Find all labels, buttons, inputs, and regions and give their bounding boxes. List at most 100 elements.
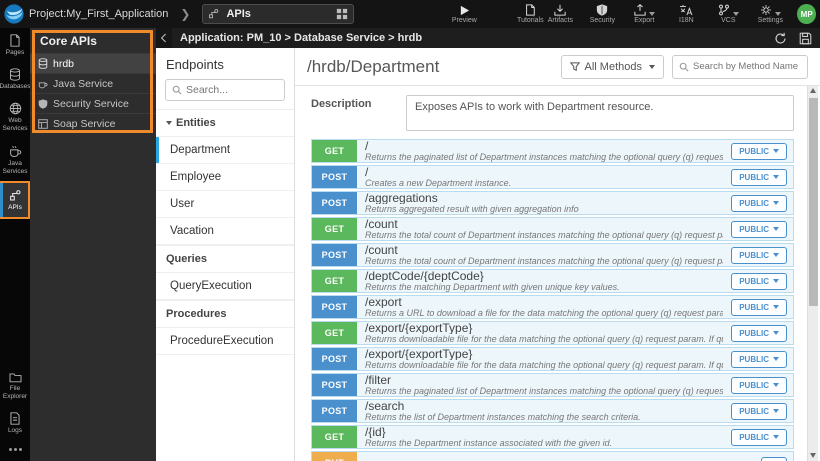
gear-icon xyxy=(760,4,772,16)
endpoint-path: /filter xyxy=(365,374,392,386)
method-badge: GET xyxy=(312,322,357,344)
user-avatar[interactable]: MP xyxy=(797,4,816,24)
chevron-down-icon xyxy=(774,12,781,16)
endpoint-description: Returns the Department instance associat… xyxy=(365,437,613,448)
section-procedures[interactable]: Procedures xyxy=(156,300,294,328)
method-search[interactable] xyxy=(672,54,808,79)
endpoint-nav-user[interactable]: User xyxy=(156,191,294,218)
methods-filter-dropdown[interactable]: All Methods xyxy=(560,54,664,79)
tutorials-button[interactable]: Tutorials xyxy=(515,4,545,24)
section-entities[interactable]: Entities xyxy=(156,109,294,137)
endpoint-path: /deptCode/{deptCode} xyxy=(365,270,484,282)
endpoint-path: /search xyxy=(365,400,405,412)
method-search-input[interactable] xyxy=(693,61,801,72)
endpoint-description: Returns the matching Department with giv… xyxy=(365,281,620,292)
core-api-item-java-service[interactable]: Java Service xyxy=(30,73,156,93)
core-api-item-security-service[interactable]: Security Service xyxy=(30,93,156,113)
scroll-up-icon[interactable] xyxy=(810,88,816,93)
endpoints-panel: Endpoints Entities Department Employee U… xyxy=(156,48,295,461)
sidebar-item-java-services[interactable]: Java Services xyxy=(0,139,30,181)
endpoint-path: / xyxy=(365,140,369,152)
access-dropdown[interactable]: PUBLIC xyxy=(731,402,787,420)
scroll-down-icon[interactable] xyxy=(810,453,816,458)
endpoint-nav-queryexecution[interactable]: QueryExecution xyxy=(156,273,294,300)
sidebar-item-web-services[interactable]: Web Services xyxy=(0,96,30,138)
endpoint-nav-procedureexecution[interactable]: ProcedureExecution xyxy=(156,328,294,355)
scrollbar-thumb[interactable] xyxy=(809,98,818,306)
more-icon[interactable] xyxy=(0,440,30,461)
endpoint-row[interactable]: POST /search Returns the list of Departm… xyxy=(311,399,794,423)
sidebar-item-pages[interactable]: Pages xyxy=(0,28,30,62)
endpoint-path: / xyxy=(365,166,369,178)
access-dropdown[interactable]: PUBLIC xyxy=(731,272,787,290)
endpoint-row[interactable]: GET / Returns the paginated list of Depa… xyxy=(311,139,794,163)
endpoint-row[interactable]: GET /{id} Returns the Department instanc… xyxy=(311,425,794,449)
access-dropdown[interactable]: PUBLIC xyxy=(731,194,787,212)
collapse-panel-icon[interactable] xyxy=(156,28,172,48)
access-dropdown[interactable] xyxy=(761,457,787,461)
endpoint-nav-vacation[interactable]: Vacation xyxy=(156,218,294,245)
core-api-item-hrdb[interactable]: hrdb xyxy=(30,53,156,73)
vertical-scrollbar[interactable] xyxy=(807,86,818,461)
project-title: Project:My_First_Application xyxy=(29,8,169,20)
endpoint-description: Returns the total count of Department in… xyxy=(365,255,723,266)
settings-button[interactable]: Settings xyxy=(755,4,785,24)
sidebar-item-logs[interactable]: Logs xyxy=(0,406,30,440)
endpoint-row[interactable]: POST / Creates a new Department instance… xyxy=(311,165,794,189)
endpoint-row[interactable]: POST /aggregations Returns aggregated re… xyxy=(311,191,794,215)
apis-icon xyxy=(9,189,22,202)
access-dropdown[interactable]: PUBLIC xyxy=(731,376,787,394)
top-bar: Project:My_First_Application ❯ APIs Prev… xyxy=(0,0,820,28)
chevron-down-icon xyxy=(773,201,779,205)
access-dropdown[interactable]: PUBLIC xyxy=(731,168,787,186)
page-icon xyxy=(9,34,21,47)
shield-icon xyxy=(38,98,48,109)
app-logo-icon[interactable] xyxy=(3,3,25,25)
endpoint-list: GET / Returns the paginated list of Depa… xyxy=(305,139,794,461)
sidebar-item-file-explorer[interactable]: File Explorer xyxy=(0,366,30,406)
workspace-selector[interactable]: APIs xyxy=(202,4,355,24)
save-icon[interactable] xyxy=(799,32,812,45)
endpoint-description: Returns the paginated list of Department… xyxy=(365,151,724,162)
endpoints-search-input[interactable] xyxy=(186,84,278,96)
endpoint-row[interactable]: POST /filter Returns the paginated list … xyxy=(311,373,794,397)
workspace-selected-label: APIs xyxy=(226,8,251,20)
endpoints-search[interactable] xyxy=(165,79,285,101)
endpoint-row[interactable]: GET /export/{exportType} Returns downloa… xyxy=(311,321,794,345)
access-dropdown[interactable]: PUBLIC xyxy=(731,298,787,316)
access-dropdown[interactable]: PUBLIC xyxy=(731,350,787,368)
endpoint-row[interactable]: PUT xyxy=(311,451,794,461)
endpoint-row[interactable]: GET /deptCode/{deptCode} Returns the mat… xyxy=(311,269,794,293)
endpoint-path: /export xyxy=(365,296,402,308)
endpoint-path: /count xyxy=(365,244,398,256)
preview-button[interactable]: Preview xyxy=(449,5,479,24)
main-content: /hrdb/Department All Methods Search by M… xyxy=(295,48,820,461)
endpoint-nav-department[interactable]: Department xyxy=(156,137,294,164)
endpoint-row[interactable]: POST /export Returns a URL to download a… xyxy=(311,295,794,319)
endpoint-description: Returns aggregated result with given agg… xyxy=(365,203,579,214)
artifacts-button[interactable]: Artifacts xyxy=(545,4,575,24)
endpoint-row[interactable]: GET /count Returns the total count of De… xyxy=(311,217,794,241)
access-dropdown[interactable]: PUBLIC xyxy=(731,324,787,342)
vcs-button[interactable]: VCS xyxy=(713,4,743,24)
access-dropdown[interactable]: PUBLIC xyxy=(731,220,787,238)
access-dropdown[interactable]: PUBLIC xyxy=(731,246,787,264)
endpoint-row[interactable]: POST /count Returns the total count of D… xyxy=(311,243,794,267)
security-button[interactable]: Security xyxy=(587,4,617,24)
endpoint-row[interactable]: POST /export/{exportType} Returns downlo… xyxy=(311,347,794,371)
description-textarea[interactable]: Exposes APIs to work with Department res… xyxy=(406,95,794,131)
endpoint-description: Returns downloadable file for the data m… xyxy=(365,359,723,370)
access-dropdown[interactable]: PUBLIC xyxy=(731,428,787,446)
access-dropdown[interactable]: PUBLIC xyxy=(731,142,787,160)
refresh-icon[interactable] xyxy=(774,32,787,45)
coffee-icon xyxy=(38,79,48,89)
export-button[interactable]: Export xyxy=(629,4,659,24)
download-icon xyxy=(554,4,567,16)
i18n-button[interactable]: I18N xyxy=(671,4,701,24)
core-api-item-soap-service[interactable]: Soap Service xyxy=(30,113,156,133)
grid-icon[interactable] xyxy=(336,8,348,20)
endpoint-nav-employee[interactable]: Employee xyxy=(156,164,294,191)
sidebar-item-apis[interactable]: APIs xyxy=(0,180,30,219)
sidebar-item-databases[interactable]: Databases xyxy=(0,62,31,96)
section-queries[interactable]: Queries xyxy=(156,245,294,273)
